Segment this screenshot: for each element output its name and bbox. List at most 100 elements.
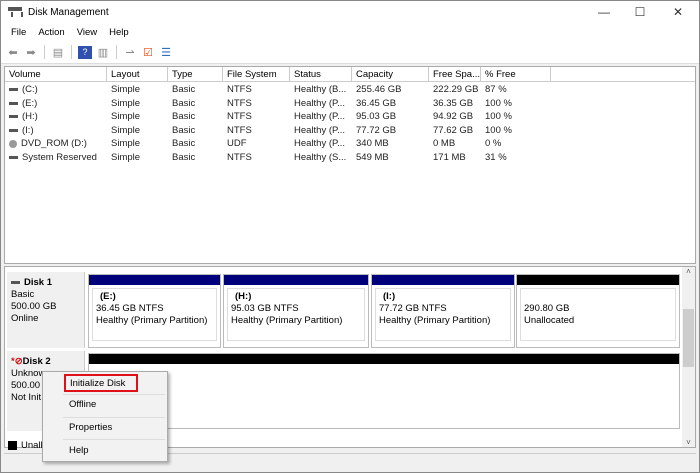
cell-type: Basic: [168, 110, 199, 123]
cell-text: Basic: [172, 152, 196, 163]
forward-icon[interactable]: ➡: [24, 46, 38, 59]
partition-i[interactable]: (I:) 77.72 GB NTFS Healthy (Primary Partit…: [371, 274, 515, 348]
cell-text: 222.29 GB: [433, 84, 479, 95]
cell-text: DVD_ROM (D:): [21, 138, 87, 150]
cell-fs: NTFS: [223, 124, 256, 137]
cell-text: (H:): [22, 111, 38, 123]
partition-size: 36.45 GB NTFS: [96, 303, 164, 314]
partition-size: 290.80 GB: [524, 303, 570, 314]
disk-management-icon: [8, 7, 23, 17]
disk2-space[interactable]: [88, 353, 680, 429]
partition-bar: [517, 275, 679, 285]
cell-text: UDF: [227, 138, 247, 150]
volume-row[interactable]: DVD_ROM (D:) Simple Basic UDF Healthy (P... 3…: [5, 137, 695, 151]
cell-text: Basic: [172, 97, 196, 109]
cell-text: Simple: [111, 152, 141, 163]
cell-status: Healthy (P...: [290, 137, 349, 150]
cell-type: Basic: [168, 124, 199, 137]
col-free-space[interactable]: Free Spa...: [429, 67, 481, 82]
partition-status: Unallocated: [524, 315, 575, 326]
partition-unallocated[interactable]: 290.80 GB Unallocated: [516, 274, 680, 348]
col-capacity[interactable]: Capacity: [352, 67, 429, 82]
cell-capacity: 549 MB: [352, 151, 393, 164]
cell-text: 36.35 GB: [433, 97, 474, 109]
cell-text: Basic: [172, 124, 196, 136]
cell-text: 171 MB: [433, 152, 466, 163]
cell-text: Healthy (P...: [294, 97, 346, 109]
close-button[interactable]: ✕: [661, 1, 695, 23]
partition-label: [524, 291, 672, 303]
volume-row[interactable]: System Reserved Simple Basic NTFS Healthy (S…: [5, 151, 695, 165]
legend-unallocated: Unall: [21, 439, 43, 451]
col-volume[interactable]: Volume: [5, 67, 107, 82]
show-pane-icon[interactable]: ▥: [96, 46, 110, 59]
cell-text: 95.03 GB: [356, 111, 397, 123]
console-tree-icon[interactable]: ▤: [51, 46, 65, 59]
cell-text: Simple: [111, 97, 141, 109]
partition-e[interactable]: (E:) 36.45 GB NTFS Healthy (Primary Partit…: [88, 274, 221, 348]
cell-type: Basic: [168, 97, 199, 110]
menu-help[interactable]: Help: [103, 27, 135, 38]
menu-help-item[interactable]: Help: [63, 442, 163, 460]
scroll-up-icon[interactable]: ˄: [682, 267, 695, 276]
cell-pct: 87 %: [481, 83, 511, 96]
back-icon[interactable]: ⬅: [6, 46, 20, 59]
title-bar: Disk Management — ☐ ✕: [1, 1, 699, 23]
menu-view[interactable]: View: [71, 27, 103, 38]
help-icon[interactable]: ?: [78, 45, 92, 59]
divider: [44, 45, 45, 59]
menu-action[interactable]: Action: [32, 27, 70, 38]
col-status[interactable]: Status: [290, 67, 352, 82]
cell-text: NTFS: [227, 152, 252, 163]
cell-pct: 100 %: [481, 124, 516, 137]
disk1-size: 500.00 GB: [11, 301, 57, 312]
volume-row[interactable]: (I:) Simple Basic NTFS Healthy (P... 77.72 GB…: [5, 124, 695, 138]
cell-text: (C:): [22, 84, 38, 95]
properties-icon[interactable]: ☰: [159, 46, 173, 59]
vertical-scrollbar[interactable]: ˄ ˅: [682, 267, 695, 447]
menu-properties[interactable]: Properties: [63, 419, 163, 437]
scroll-thumb[interactable]: [683, 309, 694, 367]
col-type[interactable]: Type: [168, 67, 223, 82]
cell-text: 77.72 GB: [356, 124, 397, 136]
col-percent-free[interactable]: % Free: [481, 67, 551, 82]
cell-layout: Simple: [107, 151, 144, 164]
partition-h[interactable]: (H:) 95.03 GB NTFS Healthy (Primary Partit…: [223, 274, 369, 348]
cell-name: (E:): [5, 97, 41, 110]
maximize-button[interactable]: ☐: [623, 1, 657, 23]
cell-text: Healthy (B...: [294, 84, 347, 95]
cell-pct: 100 %: [481, 110, 516, 123]
menu-file[interactable]: File: [5, 27, 32, 38]
menu-offline[interactable]: Offline: [63, 396, 163, 414]
cell-text: Healthy (P...: [294, 111, 346, 123]
cell-text: NTFS: [227, 124, 252, 136]
cell-capacity: 255.46 GB: [352, 83, 405, 96]
cell-type: Basic: [168, 151, 199, 164]
minimize-button[interactable]: —: [587, 1, 621, 23]
col-file-system[interactable]: File System: [223, 67, 290, 82]
cell-capacity: 95.03 GB: [352, 110, 400, 123]
cell-text: Healthy (S...: [294, 152, 347, 163]
cell-layout: Simple: [107, 97, 144, 110]
volume-row[interactable]: (E:) Simple Basic NTFS Healthy (P... 36.45 GB…: [5, 97, 695, 111]
context-menu: Initialize Disk Offline Properties Help: [42, 371, 168, 462]
cell-text: 100 %: [485, 97, 512, 109]
cell-free: 171 MB: [429, 151, 470, 164]
cell-text: 87 %: [485, 84, 507, 95]
connect-icon[interactable]: ⇀: [123, 46, 137, 59]
cell-text: (E:): [22, 97, 38, 109]
col-layout[interactable]: Layout: [107, 67, 168, 82]
volume-row[interactable]: (C:) Simple Basic NTFS Healthy (B... 255.46 G…: [5, 83, 695, 97]
volume-row[interactable]: (H:) Simple Basic NTFS Healthy (P... 95.03 GB…: [5, 110, 695, 124]
disk1-label[interactable]: Disk 1 Basic 500.00 GB Online: [7, 272, 85, 348]
cell-free: 77.62 GB: [429, 124, 477, 137]
list-header: Volume Layout Type File System Status Ca…: [5, 67, 695, 82]
menu-initialize-disk[interactable]: Initialize Disk: [64, 374, 138, 392]
cell-text: 36.45 GB: [356, 97, 397, 109]
divider: [63, 394, 165, 395]
cell-layout: Simple: [107, 110, 144, 123]
check-icon[interactable]: ☑: [141, 46, 155, 59]
cell-text: NTFS: [227, 111, 252, 123]
partition-bar: [372, 275, 514, 285]
cell-fs: UDF: [223, 137, 251, 150]
